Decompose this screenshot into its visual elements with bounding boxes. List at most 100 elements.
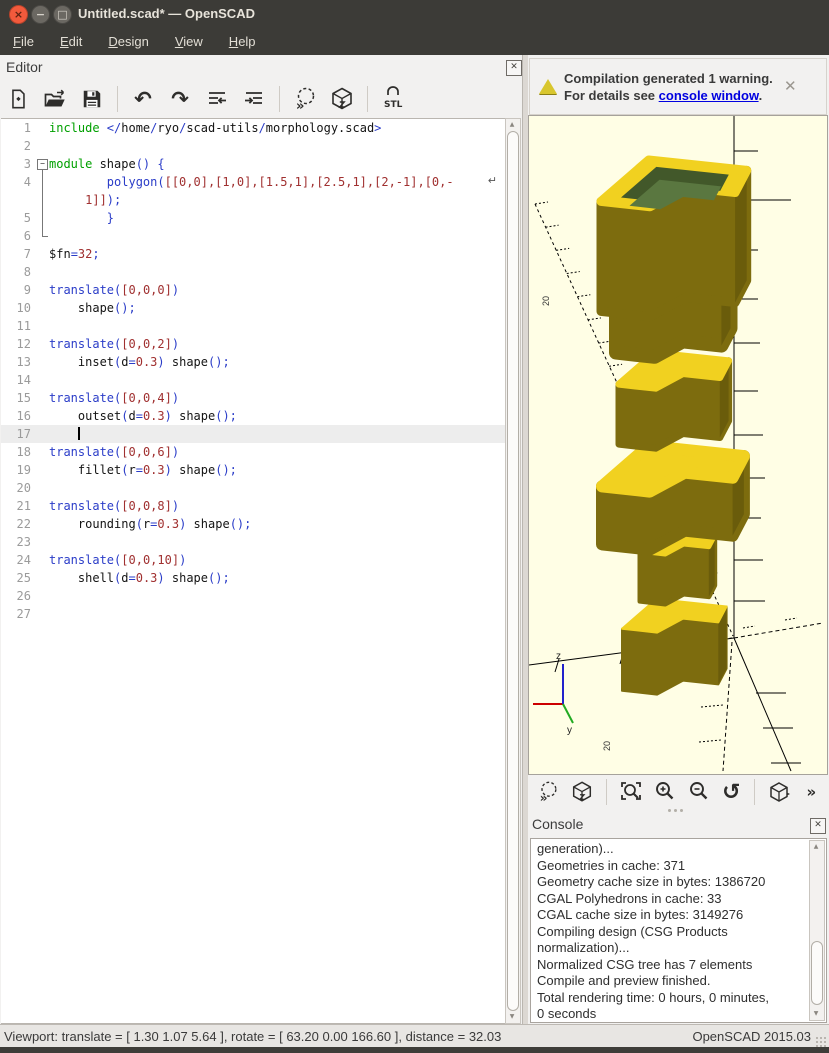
- code-row[interactable]: 1include </home/ryo/scad-utils/morpholog…: [1, 119, 505, 137]
- code-row[interactable]: 5 }: [1, 209, 505, 227]
- render-icon: [570, 780, 594, 804]
- titlebar[interactable]: × − □ Untitled.scad* — OpenSCAD: [0, 0, 829, 27]
- perspective-button[interactable]: [767, 778, 791, 806]
- statusbar: Viewport: translate = [ 1.30 1.07 5.64 ]…: [0, 1024, 829, 1048]
- menu-help[interactable]: Help: [216, 34, 269, 49]
- shape-outset: [602, 446, 744, 550]
- 3d-viewport[interactable]: 20 20 z y: [528, 115, 828, 775]
- console-line: CGAL cache size in bytes: 3149276: [537, 907, 807, 924]
- open-file-button[interactable]: [41, 85, 69, 113]
- console-line: Geometry cache size in bytes: 1386720: [537, 874, 807, 891]
- window-maximize-button[interactable]: □: [53, 5, 72, 24]
- redo-button[interactable]: ↷: [166, 85, 194, 113]
- console-rows: generation)...Geometries in cache: 371Ge…: [537, 841, 807, 1023]
- code-row[interactable]: 3module shape() {: [1, 155, 505, 173]
- editor-toolbar: ↶ ↷ » STL: [4, 82, 520, 116]
- console-line: normalization)...: [537, 940, 807, 957]
- text-caret: [78, 427, 80, 440]
- console-panel-title: Console: [532, 816, 583, 832]
- shape-fillet: [619, 353, 729, 448]
- window-title: Untitled.scad* — OpenSCAD: [78, 5, 255, 23]
- code-row[interactable]: 17: [1, 425, 505, 443]
- menu-view[interactable]: View: [162, 34, 216, 49]
- menu-design[interactable]: Design: [95, 34, 161, 49]
- menu-file[interactable]: File: [0, 34, 47, 49]
- scroll-down-icon[interactable]: ▼: [506, 1013, 518, 1021]
- vp-render-button[interactable]: [570, 778, 594, 806]
- window-close-button[interactable]: ×: [9, 5, 28, 24]
- save-file-button[interactable]: [78, 85, 106, 113]
- code-row[interactable]: 22 rounding(r=0.3) shape();: [1, 515, 505, 533]
- new-file-button[interactable]: [4, 85, 32, 113]
- export-stl-button[interactable]: STL: [379, 85, 407, 113]
- code-row[interactable]: 2: [1, 137, 505, 155]
- editor-scrollbar-thumb[interactable]: [507, 131, 519, 1011]
- editor-panel-title: Editor: [6, 59, 43, 75]
- scroll-down-icon[interactable]: ▼: [810, 1010, 822, 1018]
- code-row[interactable]: 12translate([0,0,2]): [1, 335, 505, 353]
- console-splitter-handle[interactable]: [660, 809, 690, 814]
- code-row[interactable]: 16 outset(d=0.3) shape();: [1, 407, 505, 425]
- code-row[interactable]: 9translate([0,0,0]): [1, 281, 505, 299]
- code-row[interactable]: 25 shell(d=0.3) shape();: [1, 569, 505, 587]
- zoom-in-button[interactable]: [653, 778, 677, 806]
- render-icon: [329, 86, 355, 112]
- console-line: 0 seconds: [537, 1006, 807, 1023]
- code-row[interactable]: 23: [1, 533, 505, 551]
- menu-edit[interactable]: Edit: [47, 34, 95, 49]
- code-row[interactable]: 10 shape();: [1, 299, 505, 317]
- code-row[interactable]: 15translate([0,0,4]): [1, 389, 505, 407]
- toolbar-separator: [367, 86, 368, 112]
- console-log[interactable]: generation)...Geometries in cache: 371Ge…: [530, 838, 827, 1023]
- code-editor[interactable]: 1include </home/ryo/scad-utils/morpholog…: [1, 118, 506, 1024]
- preview-button[interactable]: »: [291, 85, 319, 113]
- code-row[interactable]: 24translate([0,0,10]): [1, 551, 505, 569]
- code-row[interactable]: 26: [1, 587, 505, 605]
- axis-tick-label: 20: [541, 296, 551, 306]
- menubar: File Edit Design View Help: [0, 27, 829, 55]
- code-row[interactable]: 14: [1, 371, 505, 389]
- console-line: Total rendering time: 0 hours, 0 minutes…: [537, 990, 807, 1007]
- code-row[interactable]: 6: [1, 227, 505, 245]
- console-close-icon[interactable]: ✕: [810, 818, 826, 834]
- code-row[interactable]: 8: [1, 263, 505, 281]
- open-folder-icon: [43, 87, 67, 111]
- code-row[interactable]: 1]]);: [1, 191, 505, 209]
- console-window-link[interactable]: console window: [659, 88, 759, 103]
- scroll-up-icon[interactable]: ▲: [506, 121, 518, 129]
- scroll-up-icon[interactable]: ▲: [810, 843, 822, 851]
- zoom-all-button[interactable]: [619, 778, 643, 806]
- shape-shell: [601, 160, 747, 317]
- zoom-out-icon: [687, 780, 711, 804]
- window-minimize-button[interactable]: −: [31, 5, 50, 24]
- fold-guide-line: [42, 169, 43, 236]
- code-row[interactable]: 13 inset(d=0.3) shape();: [1, 353, 505, 371]
- console-scrollbar-thumb[interactable]: [811, 941, 823, 1005]
- indent-button[interactable]: [240, 85, 268, 113]
- code-row[interactable]: 20: [1, 479, 505, 497]
- render-button[interactable]: [328, 85, 356, 113]
- toolbar-more-button[interactable]: »: [801, 778, 822, 806]
- reset-view-button[interactable]: ↺: [721, 778, 742, 806]
- console-line: Geometries in cache: 371: [537, 858, 807, 875]
- unindent-button[interactable]: [203, 85, 231, 113]
- console-line: generation)...: [537, 841, 807, 858]
- editor-close-icon[interactable]: ✕: [506, 60, 522, 76]
- code-row[interactable]: 19 fillet(r=0.3) shape();: [1, 461, 505, 479]
- y-axis-label: y: [567, 725, 572, 736]
- viewport-status-text: Viewport: translate = [ 1.30 1.07 5.64 ]…: [4, 1029, 501, 1044]
- console-scrollbar[interactable]: ▲ ▼: [809, 840, 825, 1021]
- warning-close-icon[interactable]: ✕: [784, 79, 797, 94]
- window-bottom-edge: [0, 1047, 829, 1053]
- code-row[interactable]: 7$fn=32;: [1, 245, 505, 263]
- code-row[interactable]: 21translate([0,0,8]): [1, 497, 505, 515]
- editor-scrollbar[interactable]: ▲ ▼: [505, 118, 521, 1024]
- undo-button[interactable]: ↶: [129, 85, 157, 113]
- code-row[interactable]: 11: [1, 317, 505, 335]
- preview-icon: »: [536, 780, 560, 804]
- code-row[interactable]: 27: [1, 605, 505, 623]
- zoom-out-button[interactable]: [687, 778, 711, 806]
- code-row[interactable]: 4 polygon([[0,0],[1,0],[1.5,1],[2.5,1],[…: [1, 173, 505, 191]
- vp-preview-button[interactable]: »: [536, 778, 560, 806]
- code-row[interactable]: 18translate([0,0,6]): [1, 443, 505, 461]
